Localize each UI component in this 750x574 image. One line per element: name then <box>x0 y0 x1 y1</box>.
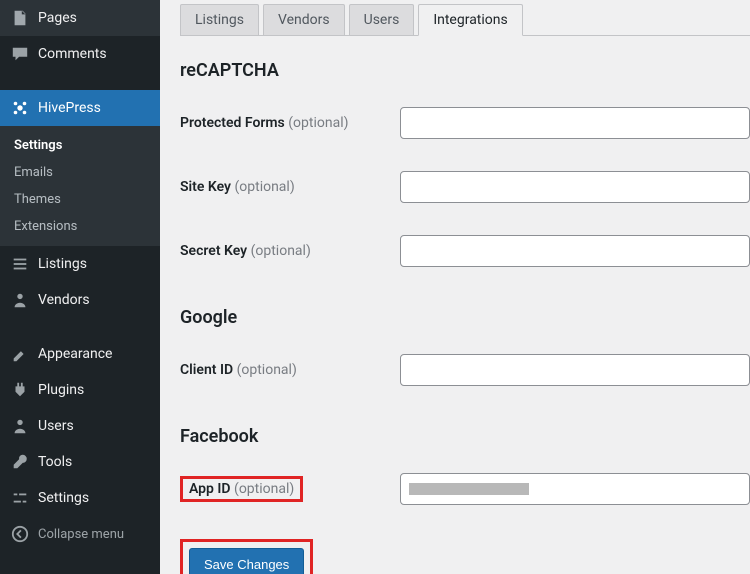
menu-label: Users <box>38 418 74 434</box>
menu-appearance[interactable]: Appearance <box>0 336 160 372</box>
tab-users[interactable]: Users <box>349 4 415 35</box>
vendors-icon <box>10 290 30 310</box>
input-secret-key[interactable] <box>400 235 750 267</box>
settings-icon <box>10 488 30 508</box>
main-content: Listings Vendors Users Integrations reCA… <box>160 0 750 574</box>
row-site-key: Site Key (optional) <box>180 155 750 219</box>
save-button[interactable]: Save Changes <box>189 548 304 574</box>
heading-recaptcha: reCAPTCHA <box>180 60 750 81</box>
menu-label: Settings <box>38 490 89 506</box>
menu-label: Vendors <box>38 292 90 308</box>
submenu-themes[interactable]: Themes <box>0 186 160 213</box>
row-secret-key: Secret Key (optional) <box>180 219 750 283</box>
redacted-value <box>409 483 529 495</box>
label-secret-key: Secret Key (optional) <box>180 243 400 259</box>
menu-hivepress[interactable]: HivePress <box>0 90 160 126</box>
users-icon <box>10 416 30 436</box>
menu-listings[interactable]: Listings <box>0 246 160 282</box>
tab-listings[interactable]: Listings <box>180 4 259 35</box>
submenu-extensions[interactable]: Extensions <box>0 213 160 240</box>
label-app-id: App ID (optional) <box>189 481 294 497</box>
hivepress-icon <box>10 98 30 118</box>
menu-label: Plugins <box>38 382 84 398</box>
menu-label: Comments <box>38 46 107 62</box>
menu-users[interactable]: Users <box>0 408 160 444</box>
heading-google: Google <box>180 307 750 328</box>
label-site-key: Site Key (optional) <box>180 179 400 195</box>
collapse-menu[interactable]: Collapse menu <box>0 516 160 552</box>
listings-icon <box>10 254 30 274</box>
menu-label: Listings <box>38 256 87 272</box>
menu-label: HivePress <box>38 100 101 116</box>
tabs: Listings Vendors Users Integrations <box>180 4 750 36</box>
label-client-id: Client ID (optional) <box>180 362 400 378</box>
tab-vendors[interactable]: Vendors <box>263 4 345 35</box>
tab-integrations[interactable]: Integrations <box>418 4 522 36</box>
menu-label: Pages <box>38 10 77 26</box>
collapse-label: Collapse menu <box>38 527 124 542</box>
menu-settings[interactable]: Settings <box>0 480 160 516</box>
menu-tools[interactable]: Tools <box>0 444 160 480</box>
menu-comments[interactable]: Comments <box>0 36 160 72</box>
tools-icon <box>10 452 30 472</box>
row-client-id: Client ID (optional) <box>180 338 750 402</box>
menu-plugins[interactable]: Plugins <box>0 372 160 408</box>
heading-facebook: Facebook <box>180 426 750 447</box>
submenu-hivepress: Settings Emails Themes Extensions <box>0 126 160 246</box>
highlight-app-id-label: App ID (optional) <box>180 476 303 502</box>
label-protected-forms: Protected Forms (optional) <box>180 115 400 131</box>
row-app-id: App ID (optional) <box>180 457 750 521</box>
menu-pages[interactable]: Pages <box>0 0 160 36</box>
appearance-icon <box>10 344 30 364</box>
input-protected-forms[interactable] <box>400 107 750 139</box>
menu-label: Tools <box>38 454 72 470</box>
collapse-icon <box>10 524 30 544</box>
plugins-icon <box>10 380 30 400</box>
submenu-emails[interactable]: Emails <box>0 159 160 186</box>
admin-sidebar: Pages Comments HivePress Settings Emails… <box>0 0 160 574</box>
input-client-id[interactable] <box>400 354 750 386</box>
input-app-id[interactable] <box>400 473 750 505</box>
submenu-settings[interactable]: Settings <box>0 132 160 159</box>
highlight-save: Save Changes <box>180 539 313 574</box>
row-protected-forms: Protected Forms (optional) <box>180 91 750 155</box>
comments-icon <box>10 44 30 64</box>
pages-icon <box>10 8 30 28</box>
menu-label: Appearance <box>38 346 112 362</box>
menu-vendors[interactable]: Vendors <box>0 282 160 318</box>
input-site-key[interactable] <box>400 171 750 203</box>
